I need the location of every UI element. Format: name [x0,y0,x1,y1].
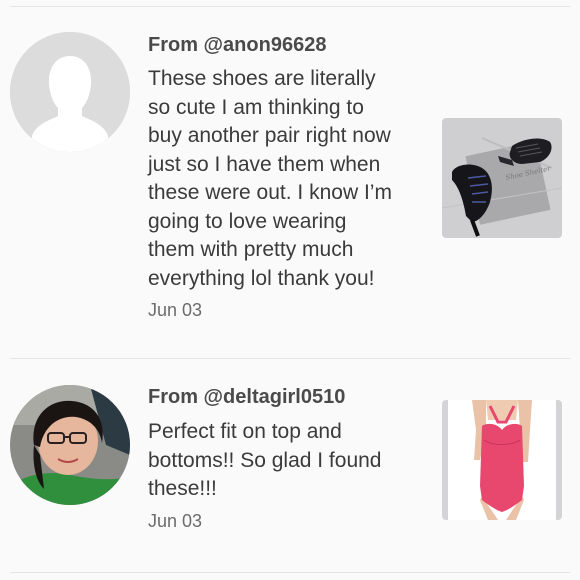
review-text-line: these were out. I know I’m [148,181,392,204]
top-divider [10,6,570,7]
listing-thumbnail[interactable]: Shoe Shelter [442,118,562,238]
review-date: Jun 03 [148,511,203,531]
review-author[interactable]: From @anon96628 [148,34,326,57]
review-text: These shoes are literally so cute I am t… [148,65,392,293]
default-person-icon [10,32,130,152]
review-text-line: these!!! [148,477,217,500]
review-text-line: them with pretty much [148,238,354,261]
user-photo-avatar [10,385,130,505]
avatar[interactable] [10,385,130,505]
review-text-line: going to love wearing [148,209,347,233]
review-text-line: buy another pair right now [148,124,391,147]
review-date: Jun 03 [148,300,203,320]
review-text-line: everything lol thank you! [148,266,375,290]
review-text-line: just so I have them when [148,152,381,176]
review-author[interactable]: From @deltagirl0510 [148,386,345,409]
review-text-line: bottoms!! So glad I found [148,448,382,472]
review-text: Perfect fit on top and bottoms!! So glad… [148,418,381,504]
review-text-line: Perfect fit on top and [148,420,342,443]
review-divider [10,358,570,359]
booties-photo: Shoe Shelter [442,118,562,238]
listing-thumbnail[interactable] [442,400,562,520]
swimsuit-photo [442,400,562,520]
review-text-line: so cute I am thinking to [148,95,364,119]
bottom-divider [10,572,570,573]
avatar[interactable] [10,32,130,152]
review-text-line: These shoes are literally [148,67,376,90]
